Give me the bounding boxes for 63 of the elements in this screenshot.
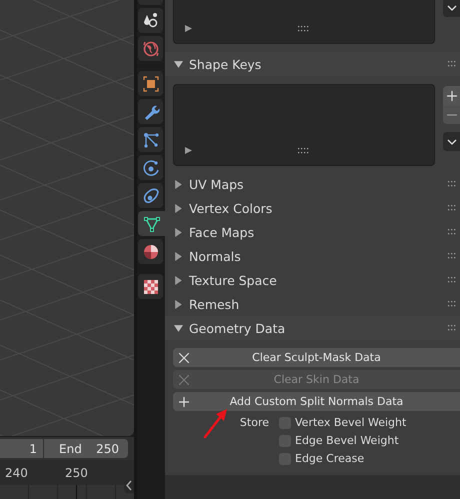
drag-handle-icon[interactable] [447,205,457,211]
close-icon [179,353,189,363]
collapse-triangle-icon [174,324,183,332]
expand-triangle-icon [174,252,183,260]
clear-data-button[interactable]: Clear Sculpt-Mask Data [173,348,460,367]
expand-triangle-icon [174,204,183,212]
constraints-tab[interactable] [138,183,163,208]
resize-grip-icon[interactable] [298,26,310,32]
texture-tab[interactable] [138,274,163,299]
add-button[interactable] [443,86,460,105]
checkbox-label: Edge Bevel Weight [295,434,399,447]
end-frame-field[interactable]: End 250 [44,439,128,458]
drag-handle-icon[interactable] [447,229,457,235]
expand-triangle-icon[interactable] [185,25,192,32]
remove-button[interactable] [443,105,460,124]
expand-triangle-icon [174,228,183,236]
frame-number: 250 [65,466,88,480]
chevron-down-icon [446,136,456,146]
add-data-button[interactable]: Add Custom Split Normals Data [173,392,460,411]
material-tab[interactable] [138,239,163,264]
drag-handle-icon[interactable] [447,325,457,331]
panel-title: Vertex Colors [189,200,274,216]
start-frame-field[interactable]: 1 [0,439,43,458]
panel-title: Remesh [189,296,240,312]
square-icon [140,74,160,94]
checkbox-label: Edge Crease [295,452,364,465]
close-icon [179,375,189,385]
plus-icon [179,397,189,407]
drag-handle-icon[interactable] [447,301,457,307]
mesh-data-tab[interactable] [138,211,165,236]
frame-number: 240 [5,466,28,480]
object-tab[interactable] [138,71,163,96]
expand-triangle-icon [174,180,183,188]
particles-tab[interactable] [138,127,163,152]
physics-tab[interactable] [138,155,163,180]
panel-title: Texture Space [189,272,278,288]
panel-title: Normals [189,248,242,264]
scene-tab[interactable] [138,8,163,33]
specials-menu-button[interactable] [443,132,460,151]
panel-title: Shape Keys [189,56,262,72]
world-tab[interactable] [138,36,163,61]
collapse-arrow-icon[interactable] [124,478,134,493]
store-label: Store [238,416,270,429]
modifiers-tab[interactable] [138,99,163,124]
expand-triangle-icon [174,276,183,284]
specials-menu-button[interactable] [443,0,460,17]
panel-title: Face Maps [189,224,256,240]
expand-triangle-icon [174,300,183,308]
checkbox-label: Vertex Bevel Weight [295,416,406,429]
plus-icon [446,90,456,100]
drag-handle-icon[interactable] [447,181,457,187]
panel-header[interactable]: Shape Keys [165,52,460,76]
drag-handle-icon[interactable] [447,277,457,283]
resize-grip-icon[interactable] [298,148,310,154]
orbit-icon [140,158,160,178]
panel-title: Geometry Data [189,320,286,336]
drag-handle-icon[interactable] [447,61,457,67]
panel-header[interactable]: Geometry Data [165,316,460,340]
drag-handle-icon[interactable] [447,253,457,259]
collapse-triangle-icon [174,60,183,68]
panel-title: UV Maps [189,176,245,192]
expand-triangle-icon[interactable] [185,147,192,154]
chevron-down-icon [446,2,456,12]
